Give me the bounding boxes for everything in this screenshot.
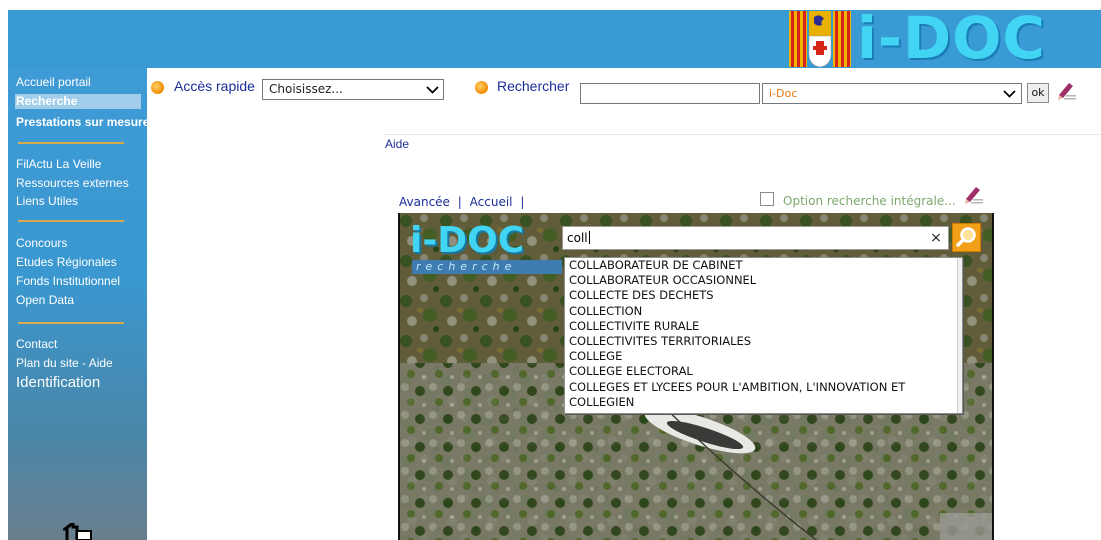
sidebar-item-ressources-externes[interactable]: Ressources externes (16, 176, 129, 191)
sidebar-item-etudes-regionales[interactable]: Etudes Régionales (16, 255, 117, 270)
autocomplete-suggestion[interactable]: COLLEGIEN (565, 395, 962, 410)
autocomplete-suggestion[interactable]: COLLECTION (565, 304, 962, 319)
sidebar-item-identification[interactable]: Identification (16, 374, 100, 392)
ok-button[interactable]: ok (1027, 83, 1049, 103)
sidebar-divider (18, 220, 124, 222)
search-panel-logo-subtitle: recherche (412, 260, 562, 274)
sidebar: Accueil portail Recherche Prestations su… (8, 68, 149, 540)
autocomplete-suggestion[interactable]: COLLEGE (565, 349, 962, 364)
autocomplete-suggestion[interactable]: COLLABORATEUR DE CABINET (565, 258, 962, 273)
content-divider (383, 134, 1101, 135)
clear-query-button[interactable]: × (928, 228, 944, 248)
advanced-search-link[interactable]: Avancée (399, 195, 450, 209)
fulltext-option-checkbox[interactable] (760, 192, 774, 206)
sidebar-divider (18, 322, 124, 324)
header-banner: i-DOC (8, 10, 1101, 68)
search-label: Rechercher (497, 78, 570, 94)
search-mode-nav: Avancée | Accueil | (399, 195, 528, 209)
sidebar-item-fonds-institutionnel[interactable]: Fonds Institutionnel (16, 274, 120, 289)
search-scope-value: i-Doc (769, 87, 798, 100)
region-crest-icon (789, 11, 851, 67)
search-panel-logo: i-DOC (410, 220, 525, 261)
sidebar-item-recherche[interactable]: Recherche (15, 94, 141, 109)
autocomplete-scrollbar[interactable] (957, 258, 962, 413)
sidebar-item-plan-du-site[interactable]: Plan du site - Aide (16, 356, 113, 371)
fulltext-option-label[interactable]: Option recherche intégrale... (783, 194, 956, 208)
search-submit-button[interactable] (952, 223, 981, 252)
autocomplete-list: COLLABORATEUR DE CABINET COLLABORATEUR O… (564, 257, 963, 414)
search-home-link[interactable]: Accueil (470, 195, 513, 209)
search-input[interactable] (580, 83, 760, 104)
sidebar-divider (18, 142, 124, 144)
chevron-down-icon (1003, 90, 1016, 98)
quick-access-select[interactable]: Choisissez... (262, 79, 444, 100)
site-logo[interactable]: i-DOC (857, 10, 1046, 68)
sidebar-item-prestations[interactable]: Prestations sur mesure (16, 115, 149, 130)
text-cursor (588, 231, 590, 244)
sidebar-item-accueil-portail[interactable]: Accueil portail (16, 75, 91, 90)
sidebar-item-filactu[interactable]: FilActu La Veille (16, 157, 101, 172)
pencil-icon[interactable] (962, 184, 984, 206)
autocomplete-suggestion[interactable]: COLLECTE DES DECHETS (565, 288, 962, 303)
orange-bullet-icon (151, 81, 164, 94)
autocomplete-suggestion[interactable]: COLLEGES ET LYCEES POUR L'AMBITION, L'IN… (565, 380, 962, 395)
page: i-DOC Accueil portail Recherche Prestati… (0, 0, 1101, 540)
autocomplete-suggestion[interactable]: COLLEGE ELECTORAL (565, 364, 962, 379)
query-input[interactable]: coll (562, 226, 949, 250)
home-icon[interactable] (63, 523, 93, 540)
pencil-icon[interactable] (1055, 80, 1077, 102)
chevron-down-icon (426, 86, 439, 94)
magnifier-icon (956, 227, 976, 247)
query-text: coll (567, 231, 588, 245)
orange-bullet-icon (475, 81, 488, 94)
autocomplete-suggestion[interactable]: COLLECTIVITES TERRITORIALES (565, 334, 962, 349)
help-link[interactable]: Aide (385, 137, 409, 151)
sidebar-item-open-data[interactable]: Open Data (16, 293, 74, 308)
sidebar-item-contact[interactable]: Contact (16, 337, 57, 352)
autocomplete-suggestion[interactable]: COLLECTIVITE RURALE (565, 319, 962, 334)
quick-access-label: Accès rapide (174, 78, 255, 94)
nav-separator: | (520, 195, 525, 209)
quick-access-value: Choisissez... (269, 82, 343, 96)
nav-separator: | (457, 195, 462, 209)
sidebar-item-liens-utiles[interactable]: Liens Utiles (16, 194, 78, 209)
sidebar-item-concours[interactable]: Concours (16, 236, 67, 251)
autocomplete-suggestion[interactable]: COLLABORATEUR OCCASIONNEL (565, 273, 962, 288)
search-scope-select[interactable]: i-Doc (762, 83, 1022, 104)
